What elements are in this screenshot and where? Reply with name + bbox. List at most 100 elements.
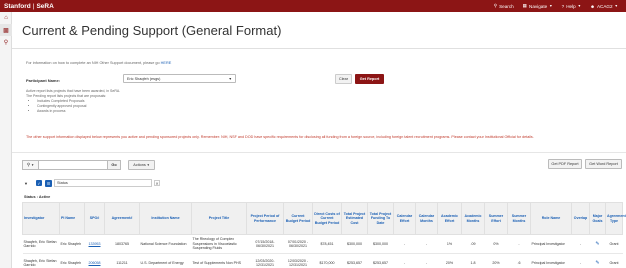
nav-user[interactable]: ☻ ACAG2 ▼: [590, 4, 618, 9]
user-icon: ☻: [590, 3, 595, 9]
chevron-down-icon[interactable]: ▼: [22, 181, 30, 186]
actions-button[interactable]: Actions ▼: [128, 160, 155, 170]
get-word-report-button[interactable]: Get Word Report: [585, 159, 622, 169]
column-header[interactable]: Calendar Months: [415, 202, 438, 235]
column-header[interactable]: Major Goals: [589, 202, 606, 235]
column-header[interactable]: Total Project Funding To Date: [367, 202, 394, 235]
search-icon[interactable]: ⚲: [0, 36, 12, 48]
column-header[interactable]: Direct Costs of Current Budget Period: [312, 202, 342, 235]
chevron-down-icon: ▼: [31, 163, 35, 167]
filter-enabled-checkbox[interactable]: ✓: [36, 180, 42, 186]
chevron-down-icon: ▼: [614, 4, 618, 8]
cell-major-goals: ✎: [589, 253, 606, 268]
report-notes: Active report lists projects that have b…: [26, 89, 326, 114]
reports-icon[interactable]: ▩: [0, 24, 12, 36]
title-divider: [12, 48, 626, 49]
cell-summer-effort: 20%: [484, 253, 508, 268]
column-header[interactable]: Summer Months: [507, 202, 531, 235]
cell-spo: 133953: [84, 234, 105, 254]
go-button[interactable]: Go: [108, 160, 121, 170]
report-search-input[interactable]: [39, 160, 108, 170]
cell-role: Principal Investigator: [530, 234, 572, 254]
pending-list: Includes Completed Proposals Contingentl…: [26, 99, 326, 114]
column-header[interactable]: Project Title: [191, 202, 247, 235]
cell-pi-name: Eric Shaqfeh: [59, 234, 85, 254]
column-header[interactable]: Investigator: [22, 202, 60, 235]
group-icon: ☰: [45, 179, 52, 187]
cell-cal-effort: -: [393, 234, 416, 254]
column-header[interactable]: Overlap: [571, 202, 590, 235]
column-header[interactable]: Total Project Estimated Cost: [341, 202, 368, 235]
cell-total-est: $300,000: [341, 234, 368, 254]
search-icon: ⚲: [26, 162, 31, 167]
help-link[interactable]: HERE: [161, 61, 172, 65]
column-header[interactable]: Role Name: [530, 202, 572, 235]
nav-navigate[interactable]: ▦ Navigate ▼: [523, 3, 553, 9]
column-header[interactable]: Academic Effort: [437, 202, 462, 235]
list-item: Awards in process: [37, 109, 326, 114]
cell-cal-effort: -: [393, 253, 416, 268]
help-icon: ?: [561, 3, 565, 9]
column-header[interactable]: Institution Name: [139, 202, 192, 235]
home-icon[interactable]: ⌂: [0, 12, 12, 24]
report-table: Investigator PI Name SPO# Agreement# Ins…: [22, 202, 626, 268]
cell-budget-period: 07/01/2020 - 06/30/2021: [283, 234, 313, 254]
cell-overlap: -: [571, 253, 590, 268]
column-header[interactable]: PI Name: [59, 202, 85, 235]
cell-period: 12/03/2020-12/31/2021: [246, 253, 284, 268]
group-heading: Status : Active: [24, 195, 51, 199]
spo-link[interactable]: 206058: [89, 261, 101, 265]
column-header[interactable]: Current Budget Period: [283, 202, 313, 235]
nav-search[interactable]: ⚲ Search: [494, 3, 514, 9]
cell-budget-period: 12/03/2020 - 12/31/2021: [283, 253, 313, 268]
cell-summer-months: -: [507, 234, 531, 254]
get-report-button[interactable]: Get Report: [355, 74, 384, 84]
column-header[interactable]: Agreement#: [104, 202, 140, 235]
top-bar: Stanford | SeRA ⚲ Search ▦ Navigate ▼ ? Help ▼ …: [0, 0, 626, 12]
chevron-down-icon: ▼: [146, 163, 150, 167]
cell-role: Principal Investigator: [530, 253, 572, 268]
cell-agreement-type: Grant: [605, 234, 623, 254]
edit-icon[interactable]: ✎: [595, 241, 599, 247]
column-header[interactable]: Academic Months: [461, 202, 485, 235]
column-header[interactable]: Project Period of Performance: [246, 202, 284, 235]
cell-title: The Rheology of Complex Suspensions in V…: [191, 234, 247, 254]
cell-agreement: 111211: [104, 253, 140, 268]
cell-pi-name: Eric Shaqfeh: [59, 253, 85, 268]
filter-label[interactable]: Status: [54, 179, 152, 187]
cell-agreement: 1803765: [104, 234, 140, 254]
cell-summer-months: .6: [507, 253, 531, 268]
help-text-body: For information on how to complete an NI…: [26, 61, 160, 65]
cell-major-goals: ✎: [589, 234, 606, 254]
participant-value: Eric Shaqfeh (esgs): [127, 76, 161, 81]
nav-help-label: Help: [566, 3, 576, 9]
nav-help[interactable]: ? Help ▼: [562, 4, 581, 9]
participant-select[interactable]: Eric Shaqfeh (esgs) ▼: [123, 74, 236, 83]
cell-direct-costs: $170,000: [312, 253, 342, 268]
clear-button[interactable]: Clear: [335, 74, 352, 84]
cell-investigator: Shaqfeh, Eric Stefan Garrido: [22, 253, 60, 268]
edit-icon[interactable]: ✎: [595, 260, 599, 266]
close-icon[interactable]: ✕: [154, 180, 160, 186]
help-text: For information on how to complete an NI…: [26, 61, 171, 65]
cell-cal-months: -: [415, 253, 438, 268]
column-header[interactable]: Agreement Type: [605, 202, 626, 235]
cell-total-est: $253,657: [341, 253, 368, 268]
cell-total-funding: $300,000: [367, 234, 394, 254]
search-column-menu[interactable]: ⚲ ▼: [22, 160, 39, 170]
table-header-row: Investigator PI Name SPO# Agreement# Ins…: [22, 202, 626, 235]
get-pdf-report-button[interactable]: Get PDF Report: [548, 159, 582, 169]
app-brand[interactable]: Stanford | SeRA: [0, 3, 54, 10]
column-header[interactable]: SPO#: [84, 202, 105, 235]
column-header[interactable]: Calendar Effort: [393, 202, 416, 235]
disclaimer-text: The other support information displayed …: [26, 135, 534, 139]
cell-acad-effort: 20%: [437, 253, 462, 268]
cell-title: Test of Supplements Non PHS: [191, 253, 247, 268]
cell-acad-months: .09: [461, 234, 485, 254]
column-header[interactable]: Summer Effort: [484, 202, 508, 235]
spo-link[interactable]: 133953: [89, 242, 101, 246]
actions-label: Actions: [133, 163, 146, 167]
table-row: Shaqfeh, Eric Stefan Garrido Eric Shaqfe…: [22, 234, 623, 254]
cell-investigator: Shaqfeh, Eric Stefan Garrido: [22, 234, 60, 254]
filter-row: ▼ ✓ ☰ Status ✕: [22, 178, 622, 188]
